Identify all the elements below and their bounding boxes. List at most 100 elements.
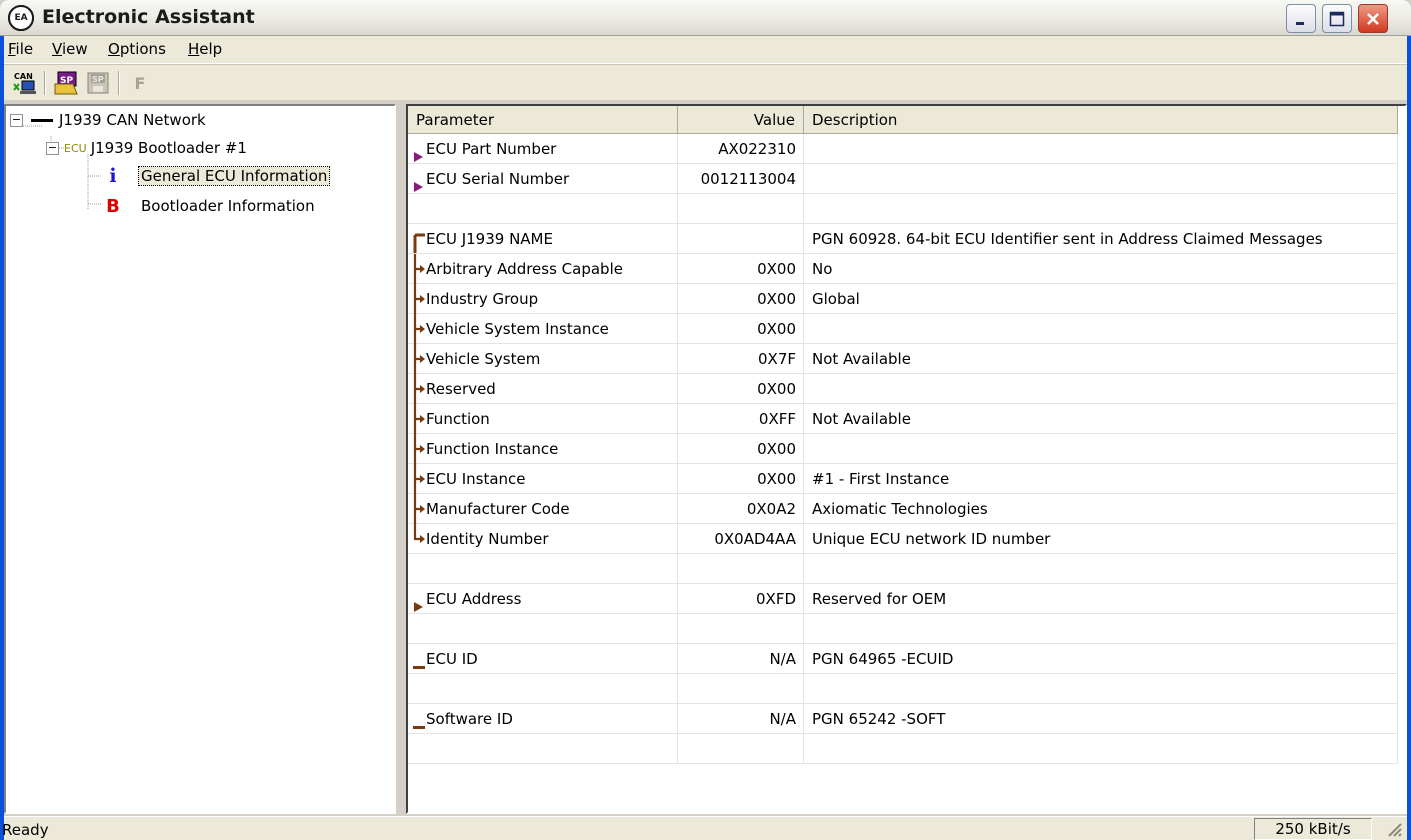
table-row[interactable]: Manufacturer Code 0X0A2 Axiomatic Technolo… bbox=[408, 494, 1398, 524]
close-icon bbox=[1367, 12, 1379, 25]
table-row[interactable]: Function Instance 0X00 bbox=[408, 434, 1398, 464]
tree-item-label: J1939 CAN Network bbox=[59, 111, 206, 129]
toolbar-separator bbox=[44, 71, 46, 95]
cell-value: 0X0A2 bbox=[678, 494, 804, 524]
table-row[interactable]: Vehicle System Instance 0X00 bbox=[408, 314, 1398, 344]
tree-view[interactable]: − J1939 CAN Network − ECU J1939 Bootload… bbox=[4, 104, 396, 814]
tree-item-label: Bootloader Information bbox=[141, 197, 315, 215]
cell-value: 0X00 bbox=[678, 314, 804, 344]
cell-parameter bbox=[408, 554, 678, 584]
title-bar[interactable]: EA-logo-icon EA Electronic Assistant bbox=[0, 0, 1411, 36]
cell-description: #1 - First Instance bbox=[804, 464, 1398, 494]
cell-value bbox=[678, 614, 804, 644]
header-description[interactable]: Description bbox=[804, 106, 1398, 134]
grid-header: Parameter Value Description bbox=[408, 106, 1398, 134]
bootloader-icon: B bbox=[106, 195, 120, 217]
tree-item-can-network[interactable]: − J1939 CAN Network bbox=[10, 108, 206, 132]
cell-description: Unique ECU network ID number bbox=[804, 524, 1398, 554]
status-text: Ready bbox=[2, 821, 49, 839]
cell-parameter: ECU J1939 NAME bbox=[408, 224, 678, 254]
cell-parameter: Industry Group bbox=[408, 284, 678, 314]
table-row[interactable]: ECU J1939 NAME PGN 60928. 64-bit ECU Iden… bbox=[408, 224, 1398, 254]
menu-options[interactable]: Options bbox=[108, 40, 166, 58]
sp-open-icon: SP bbox=[54, 71, 78, 95]
cell-description bbox=[804, 554, 1398, 584]
menu-help[interactable]: Help bbox=[188, 40, 222, 58]
table-row[interactable] bbox=[408, 194, 1398, 224]
menu-file[interactable]: File bbox=[8, 40, 33, 58]
cell-parameter: Vehicle System Instance bbox=[408, 314, 678, 344]
flash-button[interactable]: F bbox=[126, 69, 154, 97]
table-row[interactable]: Vehicle System 0X7F Not Available bbox=[408, 344, 1398, 374]
parameter-label: ECU Part Number bbox=[426, 140, 557, 158]
parameter-label: Arbitrary Address Capable bbox=[426, 260, 623, 278]
table-row[interactable] bbox=[408, 734, 1398, 764]
cell-value: N/A bbox=[678, 644, 804, 674]
table-row[interactable]: ECU Instance 0X00 #1 - First Instance bbox=[408, 464, 1398, 494]
tree-item-bootloader-info[interactable]: B Bootloader Information bbox=[102, 194, 315, 218]
cell-parameter: ECU ID bbox=[408, 644, 678, 674]
table-row[interactable] bbox=[408, 614, 1398, 644]
close-button[interactable] bbox=[1358, 4, 1388, 33]
cell-description: PGN 60928. 64-bit ECU Identifier sent in… bbox=[804, 224, 1398, 254]
cell-description bbox=[804, 734, 1398, 764]
parameter-label: ECU Address bbox=[426, 590, 522, 608]
maximize-button[interactable] bbox=[1322, 4, 1352, 33]
can-network-button[interactable]: CAN bbox=[10, 69, 38, 97]
menu-view[interactable]: View bbox=[52, 40, 88, 58]
table-row[interactable] bbox=[408, 674, 1398, 704]
table-row[interactable]: ECU Serial Number 0012113004 bbox=[408, 164, 1398, 194]
parameter-label: Vehicle System bbox=[426, 350, 541, 368]
window-title: Electronic Assistant bbox=[42, 6, 255, 28]
sp-open-button[interactable]: SP bbox=[52, 69, 80, 97]
cell-parameter: ECU Serial Number bbox=[408, 164, 678, 194]
table-row[interactable]: ECU Part Number AX022310 bbox=[408, 134, 1398, 164]
minimize-button[interactable] bbox=[1286, 4, 1316, 33]
cell-parameter: Manufacturer Code bbox=[408, 494, 678, 524]
cell-description: PGN 65242 -SOFT bbox=[804, 704, 1398, 734]
table-row[interactable]: Arbitrary Address Capable 0X00 No bbox=[408, 254, 1398, 284]
tree-item-label: J1939 Bootloader #1 bbox=[90, 139, 247, 157]
cell-parameter: Software ID bbox=[408, 704, 678, 734]
parameter-label: Manufacturer Code bbox=[426, 500, 570, 518]
table-row[interactable]: ECU Address 0XFD Reserved for OEM bbox=[408, 584, 1398, 614]
can-network-icon: CAN bbox=[13, 72, 36, 94]
collapse-icon[interactable]: − bbox=[10, 113, 23, 127]
cell-parameter: Arbitrary Address Capable bbox=[408, 254, 678, 284]
cell-description bbox=[804, 374, 1398, 404]
collapse-icon[interactable]: − bbox=[46, 141, 59, 155]
parameter-label: Function Instance bbox=[426, 440, 559, 458]
tree-item-bootloader[interactable]: − ECU J1939 Bootloader #1 bbox=[46, 136, 247, 160]
cell-value: 0XFD bbox=[678, 584, 804, 614]
table-row[interactable]: Reserved 0X00 bbox=[408, 374, 1398, 404]
cell-value bbox=[678, 194, 804, 224]
cell-description bbox=[804, 134, 1398, 164]
cell-description: Not Available bbox=[804, 344, 1398, 374]
tree-item-general-ecu-info[interactable]: i General ECU Information bbox=[102, 164, 331, 188]
sp-save-button[interactable]: SP bbox=[84, 69, 112, 97]
table-row[interactable]: Software ID N/A PGN 65242 -SOFT bbox=[408, 704, 1398, 734]
client-area: File View Options Help CAN SP SP F − J19… bbox=[2, 36, 1407, 840]
cell-value: AX022310 bbox=[678, 134, 804, 164]
cell-value bbox=[678, 674, 804, 704]
table-row[interactable]: Function 0XFF Not Available bbox=[408, 404, 1398, 434]
parameter-label: Vehicle System Instance bbox=[426, 320, 609, 338]
minimize-icon bbox=[1296, 21, 1304, 25]
cell-description bbox=[804, 614, 1398, 644]
resize-grip-icon[interactable] bbox=[1383, 818, 1403, 838]
cell-description bbox=[804, 164, 1398, 194]
table-row[interactable]: ECU ID N/A PGN 64965 -ECUID bbox=[408, 644, 1398, 674]
table-row[interactable]: Industry Group 0X00 Global bbox=[408, 284, 1398, 314]
cell-description bbox=[804, 314, 1398, 344]
table-row[interactable] bbox=[408, 554, 1398, 584]
parameter-label: Identity Number bbox=[426, 530, 549, 548]
table-row[interactable]: Identity Number 0X0AD4AA Unique ECU networ… bbox=[408, 524, 1398, 554]
info-icon: i bbox=[109, 165, 117, 187]
status-bar: Ready 250 kBit/s bbox=[2, 816, 1407, 840]
cell-description: Global bbox=[804, 284, 1398, 314]
header-parameter[interactable]: Parameter bbox=[408, 106, 678, 134]
cell-parameter bbox=[408, 614, 678, 644]
splitter[interactable] bbox=[396, 104, 406, 814]
cell-parameter: Function bbox=[408, 404, 678, 434]
header-value[interactable]: Value bbox=[678, 106, 804, 134]
